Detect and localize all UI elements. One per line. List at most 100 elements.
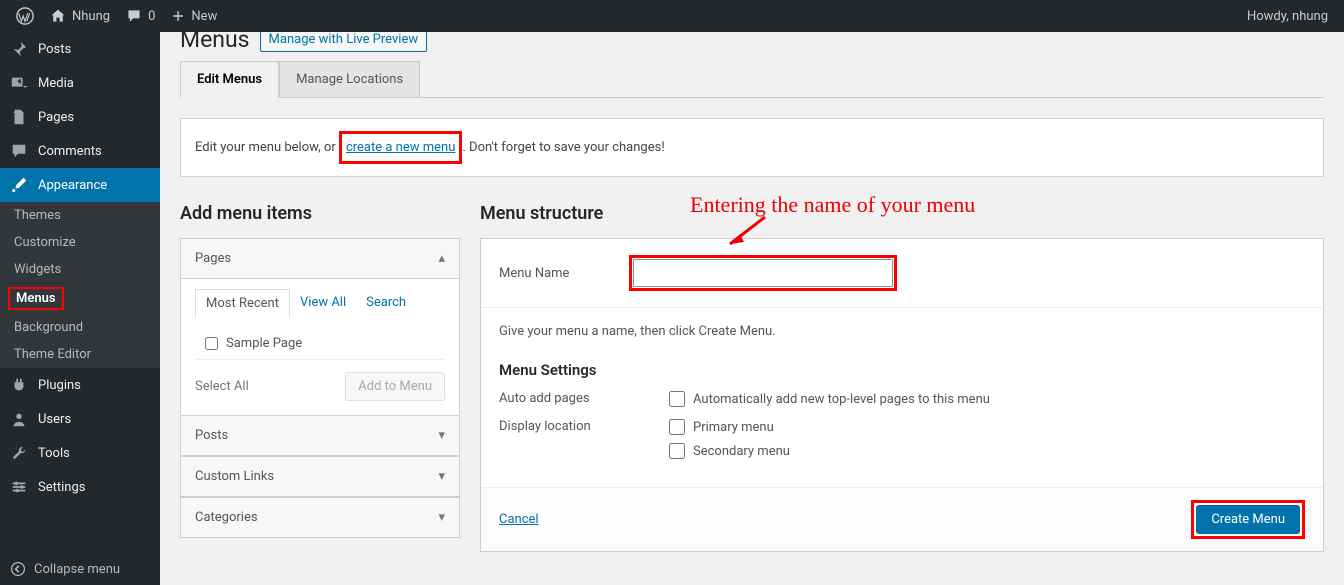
collapse-label: Collapse menu [34, 562, 120, 577]
secondary-menu-checkbox[interactable] [669, 443, 685, 459]
site-link[interactable]: Nhung [42, 0, 118, 32]
sidebar-label: Pages [38, 110, 74, 125]
primary-menu-label: Primary menu [693, 420, 774, 435]
sidebar-pages[interactable]: Pages [0, 100, 160, 134]
acc-head-posts[interactable]: Posts ▾ [181, 415, 459, 456]
comments-link[interactable]: 0 [118, 0, 163, 32]
primary-menu-checkbox[interactable] [669, 419, 685, 435]
instruction-text: Give your menu a name, then click Create… [499, 324, 776, 339]
pin-icon [10, 40, 30, 58]
page-title: Menus [180, 32, 250, 53]
cancel-link[interactable]: Cancel [499, 512, 539, 527]
media-icon [10, 74, 30, 92]
sidebar-tools[interactable]: Tools [0, 436, 160, 470]
plus-icon [171, 9, 185, 23]
collapse-icon [10, 561, 26, 577]
notice-post: . Don't forget to save your changes! [462, 140, 664, 155]
sidebar-label: Comments [38, 144, 102, 159]
add-to-menu-button[interactable]: Add to Menu [345, 372, 445, 401]
create-new-menu-link[interactable]: create a new menu [346, 140, 455, 155]
chevron-down-icon: ▾ [438, 510, 445, 525]
notice-pre: Edit your menu below, or [195, 140, 339, 155]
auto-add-checkbox[interactable] [669, 391, 685, 407]
mini-tab-viewall[interactable]: View All [290, 289, 356, 318]
new-link[interactable]: New [163, 0, 225, 32]
auto-add-label: Auto add pages [499, 391, 609, 406]
chevron-up-icon: ▴ [438, 251, 445, 266]
site-name: Nhung [72, 9, 110, 24]
tools-icon [10, 444, 30, 462]
new-label: New [191, 9, 217, 24]
chevron-down-icon: ▾ [438, 428, 445, 443]
menu-panel: Menu Name Give your menu a name, then cl… [480, 238, 1324, 552]
comments-count: 0 [148, 9, 155, 24]
tab-manage-locations[interactable]: Manage Locations [279, 61, 420, 98]
acc-label: Posts [195, 428, 228, 443]
sub-customize[interactable]: Customize [0, 229, 160, 256]
acc-head-pages[interactable]: Pages ▴ [181, 239, 459, 279]
sidebar-appearance[interactable]: Appearance [0, 168, 160, 202]
sidebar-label: Plugins [38, 378, 81, 393]
wp-logo[interactable] [8, 0, 42, 32]
admin-sidebar: Posts Media Pages Comments Appearance Th… [0, 32, 160, 585]
brush-icon [10, 176, 30, 194]
sidebar-settings[interactable]: Settings [0, 470, 160, 504]
live-preview-button[interactable]: Manage with Live Preview [260, 32, 428, 52]
pages-icon [10, 108, 30, 126]
comments-icon [10, 142, 30, 160]
users-icon [10, 410, 30, 428]
tabs: Edit Menus Manage Locations [180, 61, 1324, 98]
add-items-title: Add menu items [180, 203, 460, 224]
mini-tab-search[interactable]: Search [356, 289, 416, 318]
appearance-submenu: Themes Customize Widgets Menus Backgroun… [0, 202, 160, 368]
sub-menus[interactable]: Menus [16, 291, 56, 306]
sidebar-comments[interactable]: Comments [0, 134, 160, 168]
chevron-down-icon: ▾ [438, 469, 445, 484]
admin-topbar: Nhung 0 New Howdy, nhung [0, 0, 1344, 32]
sidebar-label: Settings [38, 480, 85, 495]
sidebar-label: Users [38, 412, 71, 427]
acc-label: Pages [195, 251, 231, 266]
acc-head-custom-links[interactable]: Custom Links ▾ [181, 456, 459, 497]
sample-page-label: Sample Page [226, 336, 302, 351]
display-location-label: Display location [499, 419, 609, 434]
sub-themes[interactable]: Themes [0, 202, 160, 229]
sidebar-users[interactable]: Users [0, 402, 160, 436]
wordpress-icon [16, 7, 34, 25]
annotation-arrow-icon [720, 212, 770, 252]
menu-name-input[interactable] [633, 259, 893, 287]
acc-head-categories[interactable]: Categories ▾ [181, 497, 459, 537]
howdy-text: Howdy, nhung [1247, 9, 1328, 24]
add-items-column: Add menu items Pages ▴ Most Recent View … [180, 203, 460, 552]
secondary-menu-label: Secondary menu [693, 444, 790, 459]
acc-label: Custom Links [195, 469, 274, 484]
sidebar-label: Posts [38, 42, 71, 57]
sidebar-media[interactable]: Media [0, 66, 160, 100]
accordion-pages: Pages ▴ Most Recent View All Search Samp… [180, 238, 460, 538]
select-all-link[interactable]: Select All [195, 379, 249, 394]
tab-edit-menus[interactable]: Edit Menus [180, 61, 279, 98]
sub-widgets[interactable]: Widgets [0, 256, 160, 283]
sub-theme-editor[interactable]: Theme Editor [0, 341, 160, 368]
sidebar-label: Media [38, 76, 74, 91]
auto-add-text: Automatically add new top-level pages to… [693, 392, 990, 407]
create-menu-button[interactable]: Create Menu [1196, 505, 1300, 534]
howdy-link[interactable]: Howdy, nhung [1239, 0, 1336, 32]
collapse-menu[interactable]: Collapse menu [0, 553, 160, 585]
settings-title: Menu Settings [499, 361, 1305, 379]
sidebar-plugins[interactable]: Plugins [0, 368, 160, 402]
sidebar-posts[interactable]: Posts [0, 32, 160, 66]
notice-bar: Edit your menu below, or create a new me… [180, 118, 1324, 177]
sidebar-label: Tools [38, 446, 70, 461]
settings-icon [10, 478, 30, 496]
menu-structure-column: Menu structure Menu Name Give your menu … [480, 203, 1324, 552]
home-icon [50, 8, 66, 24]
comment-icon [126, 8, 142, 24]
sub-background[interactable]: Background [0, 314, 160, 341]
acc-label: Categories [195, 510, 258, 525]
mini-tab-recent[interactable]: Most Recent [195, 289, 290, 318]
plugin-icon [10, 376, 30, 394]
main-content: Menus Manage with Live Preview Edit Menu… [160, 32, 1344, 585]
sample-page-checkbox[interactable] [205, 337, 218, 350]
menu-name-label: Menu Name [499, 266, 599, 281]
